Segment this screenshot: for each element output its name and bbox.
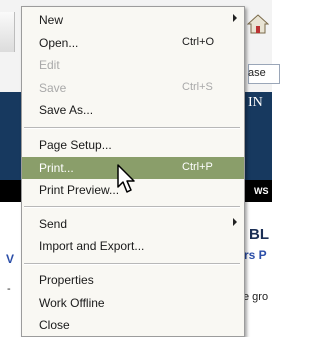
menu-item-shortcut: Ctrl+S [182,81,213,93]
menu-item-work-offline[interactable]: Work Offline [22,292,244,314]
menu-item-edit[interactable]: Edit [22,54,244,76]
bg-text-dash: - [7,283,11,295]
menu-item-open[interactable]: Open... Ctrl+O [22,32,244,54]
menu-item-label: Import and Export... [39,239,145,253]
menu-item-new[interactable]: New [22,9,244,31]
menu-item-label: Open... [39,36,79,50]
bg-heading-bl: BL [249,226,269,243]
bg-link-v[interactable]: V [6,252,14,266]
menu-item-label: Print... [39,161,74,175]
menu-item-save-as[interactable]: Save As... [22,99,244,121]
menu-item-label: Print Preview... [39,183,120,197]
menu-item-shortcut: Ctrl+O [182,36,215,48]
menu-item-label: Edit [39,58,60,72]
bg-text-ase: ase [248,67,266,79]
menu-item-shortcut: Ctrl+P [182,161,213,173]
menu-item-label: Properties [39,273,94,287]
menu-item-import-export[interactable]: Import and Export... [22,235,244,257]
menu-item-label: Page Setup... [39,138,112,152]
bg-text-in: IN [248,95,263,110]
submenu-arrow-icon [233,14,237,22]
menu-item-label: Close [39,318,70,332]
menu-item-page-setup[interactable]: Page Setup... [22,134,244,156]
menu-item-label: Send [39,217,68,231]
home-icon[interactable] [247,14,269,34]
menu-item-label: Save As... [39,103,94,117]
menu-separator [24,127,240,129]
menu-item-close[interactable]: Close [22,314,244,336]
bg-text-gro: e gro [243,291,269,303]
mouse-pointer-icon [117,164,135,193]
toolbar-button[interactable] [0,12,15,52]
bg-link-rsp[interactable]: rs P [244,248,267,262]
menu-separator [24,206,240,208]
menu-item-label: Save [39,81,67,95]
menu-item-label: Work Offline [39,296,105,310]
submenu-arrow-icon [233,218,237,226]
menu-item-save[interactable]: Save Ctrl+S [22,77,244,99]
menu-item-properties[interactable]: Properties [22,269,244,291]
menu-separator [24,263,240,265]
menu-item-label: New [39,13,64,27]
menu-item-send[interactable]: Send [22,213,244,235]
bg-text-ws: WS [254,186,269,196]
